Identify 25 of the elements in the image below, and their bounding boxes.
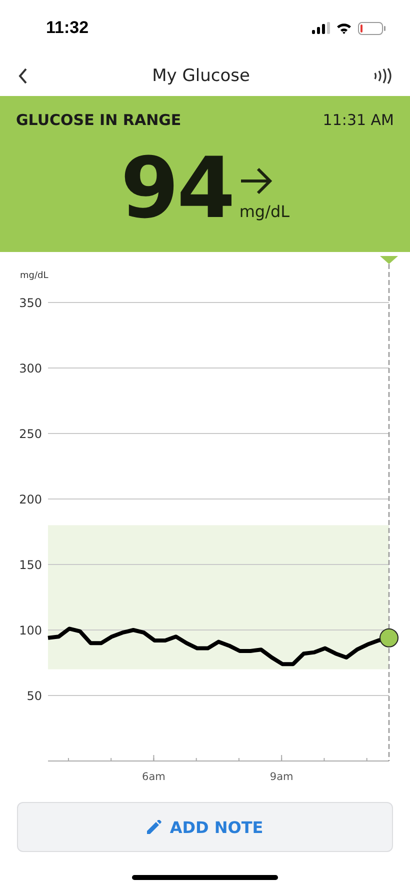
wifi-icon	[336, 22, 352, 34]
y-tick-label: 150	[19, 558, 42, 572]
reading-time: 11:31 AM	[322, 111, 394, 129]
y-tick-label: 100	[19, 624, 42, 638]
unit-label: mg/dL	[239, 202, 290, 221]
sensor-scan-icon	[374, 68, 392, 84]
pencil-icon	[146, 820, 162, 834]
x-tick-label: 9am	[270, 771, 294, 783]
add-note-button[interactable]: ADD NOTE	[17, 802, 393, 852]
signal-icon	[312, 22, 330, 34]
current-reading-dot	[380, 628, 398, 648]
screen-title: My Glucose	[152, 66, 250, 86]
battery-icon	[358, 22, 386, 34]
range-status: GLUCOSE IN RANGE	[16, 111, 182, 129]
y-tick-label: 250	[19, 427, 42, 441]
pointer-marker	[380, 256, 398, 264]
y-tick-label: 350	[19, 296, 42, 310]
clock-time: 11:32	[46, 18, 89, 38]
y-tick-label: 300	[19, 362, 42, 376]
back-icon	[18, 68, 28, 84]
y-tick-label: 50	[26, 689, 42, 703]
axis-title: mg/dL	[20, 271, 48, 281]
glucose-value: 94	[120, 139, 234, 237]
x-tick-label: 6am	[142, 771, 166, 783]
y-tick-label: 200	[19, 492, 42, 506]
